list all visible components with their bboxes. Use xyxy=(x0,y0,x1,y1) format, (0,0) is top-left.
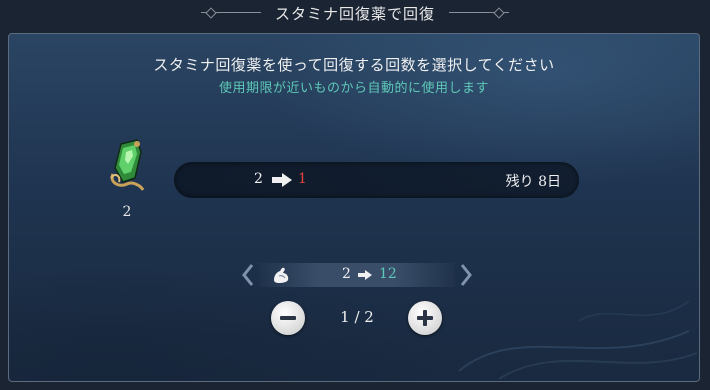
item-count-after: 1 xyxy=(298,171,307,187)
item-owned-count: 2 xyxy=(122,204,132,220)
title-ornament-left xyxy=(200,9,261,17)
use-count-display: 1 / 2 xyxy=(340,308,374,326)
green-potion-icon xyxy=(110,139,145,191)
decrease-button[interactable] xyxy=(271,301,305,335)
stamina-arm-icon xyxy=(274,267,289,283)
increase-button[interactable] xyxy=(408,301,442,335)
minus-icon xyxy=(280,316,296,320)
dialog-title: スタミナ回復薬で回復 xyxy=(274,4,435,23)
arrow-right-small-icon xyxy=(358,270,372,280)
plus-icon-vertical xyxy=(423,310,427,326)
chevron-left-icon[interactable] xyxy=(241,264,255,286)
chevron-right-icon[interactable] xyxy=(459,264,473,286)
instruction-text: スタミナ回復薬を使って回復する回数を選択してください xyxy=(153,56,555,74)
stamina-preview-bar: 2 12 xyxy=(239,262,475,288)
arrow-right-icon xyxy=(272,173,292,187)
dialog-title-bar: スタミナ回復薬で回復 xyxy=(0,0,710,26)
expiry-remaining: 残り 8日 xyxy=(505,174,561,190)
item-usage-bar: 2 1 残り 8日 xyxy=(174,162,579,198)
title-ornament-right xyxy=(449,9,509,17)
background-swirl-decoration xyxy=(458,300,698,380)
item-count-before: 2 xyxy=(254,171,263,187)
auto-use-note: 使用期限が近いものから自動的に使用します xyxy=(218,81,489,96)
stamina-recovery-dialog: スタミナ回復薬を使って回復する回数を選択してください 使用期限が近いものから自動… xyxy=(8,33,700,382)
stamina-before: 2 xyxy=(342,266,351,282)
stamina-after: 12 xyxy=(379,266,397,282)
